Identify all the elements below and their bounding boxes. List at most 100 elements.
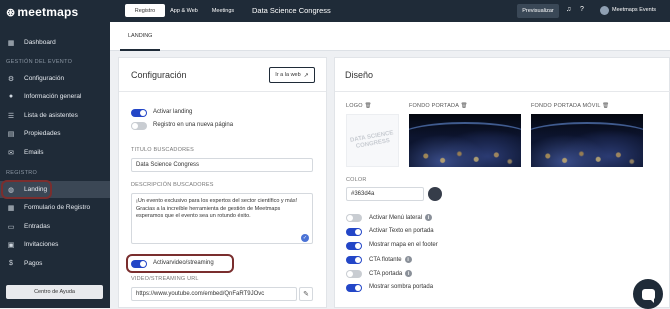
option-label-text: CTA portada	[369, 271, 403, 278]
info-icon[interactable]: i	[425, 214, 433, 221]
sub-bar: LANDING	[110, 22, 670, 51]
sidebar-item-informacion[interactable]: ● Información general	[0, 88, 110, 105]
payment-icon: $	[9, 260, 13, 267]
seo-desc-text: ¡Un evento exclusivo para los expertos d…	[136, 198, 298, 219]
toggle-video-label: Activarvideo/streaming	[153, 260, 214, 266]
sidebar-section-gestion: GESTIÓN DEL EVENTO	[6, 59, 73, 65]
external-link-icon: ↗	[303, 72, 309, 79]
invitation-icon: ▣	[7, 241, 15, 249]
option-label: Mostrar mapa en el footer	[369, 242, 438, 248]
toggle-mapa-footer[interactable]	[346, 242, 362, 250]
list-icon: ☰	[7, 112, 15, 120]
toggle-cta-flotante[interactable]	[346, 256, 362, 264]
cover-mobile-label: FONDO PORTADA MÓVIL 🗑	[531, 103, 609, 109]
toggle-landing-label: Activar landing	[153, 109, 193, 115]
cover-mobile-image[interactable]	[531, 114, 643, 167]
sidebar-item-entradas[interactable]: ▭ Entradas	[0, 218, 110, 235]
trash-icon[interactable]: 🗑	[364, 103, 371, 109]
bell-icon[interactable]: ♫	[566, 6, 571, 13]
top-bar: Registro App & Web Meetings Data Science…	[110, 0, 670, 22]
seo-desc-textarea[interactable]: ¡Un evento exclusivo para los expertos d…	[131, 193, 313, 244]
sidebar-item-label: Información general	[24, 93, 82, 100]
color-label: COLOR	[346, 177, 367, 183]
meetmaps-logo[interactable]: ⊛ meetmaps	[6, 5, 78, 19]
toggle-landing[interactable]	[131, 109, 147, 117]
tab-registro[interactable]: Registro	[125, 4, 165, 17]
sidebar-item-configuracion[interactable]: ⚙ Configuración	[0, 70, 110, 87]
info-icon[interactable]: i	[405, 270, 413, 277]
ticket-icon: ▭	[7, 223, 15, 231]
logo-label-text: LOGO	[346, 103, 363, 109]
option-label: Mostrar sombra portada	[369, 284, 434, 290]
cover-image[interactable]	[409, 114, 521, 167]
sidebar-item-label: Lista de asistentes	[24, 112, 78, 119]
tab-app-web[interactable]: App & Web	[166, 4, 202, 17]
toggle-cta-portada[interactable]	[346, 270, 362, 278]
sidebar-item-emails[interactable]: ✉ Emails	[0, 144, 110, 161]
go-to-web-button[interactable]: Ir a la web ↗	[269, 67, 315, 83]
chat-icon	[641, 288, 655, 303]
sidebar-item-label: Dashboard	[24, 39, 56, 46]
divider	[119, 91, 326, 92]
option-label: Activar Menú lateral i	[369, 214, 433, 222]
landing-highlight	[1, 180, 52, 199]
tab-landing[interactable]: LANDING	[120, 22, 161, 51]
sidebar-item-label: Emails	[24, 149, 44, 156]
toggle-menu-lateral[interactable]	[346, 214, 362, 222]
go-to-web-label: Ir a la web	[275, 72, 301, 78]
trash-icon[interactable]: 🗑	[602, 103, 609, 109]
cover-label: FONDO PORTADA 🗑	[409, 103, 468, 109]
preview-button[interactable]: Previsualizar	[517, 4, 559, 18]
design-title: Diseño	[345, 70, 374, 80]
toggle-new-page-label: Registro en una nueva página	[153, 122, 234, 128]
seo-title-label: TITULO BUSCADORES	[131, 147, 194, 153]
event-title: Data Science Congress	[252, 6, 331, 15]
toggle-sombra-portada[interactable]	[346, 284, 362, 292]
toggle-new-page[interactable]	[131, 122, 147, 130]
seo-desc-label: DESCRIPCIÓN BUSCADORES	[131, 182, 214, 188]
color-input[interactable]: #363d4a	[346, 187, 424, 201]
chat-button[interactable]	[633, 279, 663, 309]
color-swatch[interactable]	[428, 187, 442, 201]
gear-icon: ⚙	[7, 75, 15, 83]
user-name[interactable]: Meetmaps Events	[612, 7, 656, 13]
properties-icon: ▤	[7, 130, 15, 138]
sidebar-item-label: Entradas	[24, 223, 51, 230]
option-label: CTA flotante i	[369, 256, 412, 263]
sidebar-item-propiedades[interactable]: ▤ Propiedades	[0, 125, 110, 142]
sidebar-item-formulario[interactable]: ▦ Formulario de Registro	[0, 199, 110, 216]
sidebar-item-asistentes[interactable]: ☰ Lista de asistentes	[0, 107, 110, 124]
option-label-text: Activar Menú lateral	[369, 215, 423, 222]
sidebar-item-label: Formulario de Registro	[24, 204, 91, 211]
video-url-input[interactable]: https://www.youtube.com/embed/QnFaRT9JOv…	[131, 287, 297, 301]
sidebar-item-invitaciones[interactable]: ▣ Invitaciones	[0, 236, 110, 253]
sidebar-item-label: Invitaciones	[24, 241, 59, 248]
email-icon: ✉	[8, 149, 14, 157]
seo-title-input[interactable]: Data Science Congress	[131, 158, 313, 172]
logo-image[interactable]: DATA SCIENCE CONGRESS	[346, 114, 399, 167]
logo-mark-icon: ⊛	[6, 7, 16, 19]
help-icon[interactable]: ?	[580, 6, 584, 13]
video-url-label: VIDEO/STREAMING URL	[131, 276, 199, 282]
tab-meetings[interactable]: Meetings	[204, 4, 242, 17]
help-center-button[interactable]: Centro de Ayuda	[6, 285, 103, 299]
toggle-video[interactable]	[131, 260, 147, 268]
avatar[interactable]	[600, 6, 609, 15]
design-card: Diseño LOGO 🗑 FONDO PORTADA 🗑 FONDO PORT…	[334, 57, 670, 308]
sidebar-item-label: Propiedades	[24, 130, 61, 137]
info-icon[interactable]: i	[404, 256, 412, 263]
trash-icon[interactable]: 🗑	[461, 103, 468, 109]
sidebar-item-label: Configuración	[24, 75, 65, 82]
sidebar-item-pagos[interactable]: $ Pagos	[0, 255, 110, 272]
logo-label: LOGO 🗑	[346, 103, 372, 109]
cover-label-text: FONDO PORTADA	[409, 103, 459, 109]
info-icon: ●	[8, 93, 14, 100]
toggle-texto-portada[interactable]	[346, 228, 362, 236]
sidebar-section-registro: REGISTRO	[6, 170, 38, 176]
logo-placeholder-text: DATA SCIENCE CONGRESS	[349, 129, 394, 150]
dashboard-icon: ▦	[7, 39, 15, 47]
edit-icon[interactable]: ✎	[299, 287, 313, 301]
sidebar-item-dashboard[interactable]: ▦ Dashboard	[0, 34, 110, 51]
option-label-text: CTA flotante	[369, 257, 402, 264]
config-card: Configuración Ir a la web ↗ Activar landi…	[118, 57, 327, 308]
